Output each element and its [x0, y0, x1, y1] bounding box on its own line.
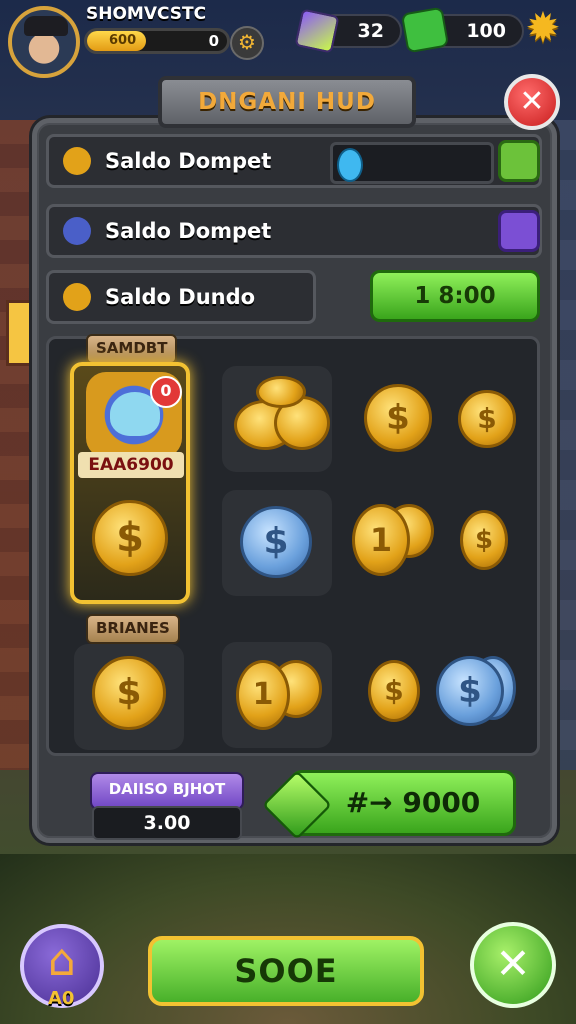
wallet-slider[interactable]	[330, 142, 494, 184]
coin-single[interactable]: $	[458, 390, 516, 448]
cash-icon	[400, 6, 450, 54]
coin-icon	[63, 147, 91, 175]
gems-value: 32	[357, 20, 384, 42]
wallet-row-2: Saldo Dompet	[46, 204, 542, 258]
section-tag-bottom: BRIANES	[86, 614, 180, 644]
close-icon: ✕	[519, 84, 545, 119]
coin-blue[interactable]: $	[436, 656, 504, 726]
wallet-row-1-label: Saldo Dompet	[105, 149, 272, 173]
balance-tag: DAIISO BJHOT	[90, 772, 244, 810]
timer-button[interactable]: 1 8:00	[370, 270, 540, 322]
dialog-title: DNGANI HUD	[198, 89, 376, 115]
settings-gear-icon[interactable]: ⚙	[230, 26, 264, 60]
coin-icon-2	[63, 283, 91, 311]
coin-single[interactable]: $	[460, 510, 508, 570]
gem-icon	[294, 8, 340, 54]
save-button[interactable]: SOOE	[148, 936, 424, 1006]
xp-label: 600	[109, 33, 137, 48]
coin-stack	[256, 376, 306, 408]
xp-value: 0	[208, 32, 219, 50]
xp-bar: 600 0	[84, 28, 230, 54]
wallet-row-3: Saldo Dundo	[46, 270, 316, 324]
star-icon[interactable]: ✹	[522, 7, 564, 50]
convert-label: #→ 9000	[345, 786, 481, 819]
coin-single[interactable]: $	[92, 656, 166, 730]
wallet-add-button[interactable]	[498, 140, 540, 182]
player-name: SHOMVCSTC	[86, 4, 207, 24]
coin-single[interactable]: $	[364, 384, 432, 452]
featured-coin: $	[92, 500, 168, 576]
coin-single[interactable]: $	[368, 660, 420, 722]
timer-value: 1 8:00	[414, 283, 496, 309]
coin-blue[interactable]: $	[240, 506, 312, 578]
home-label: A0	[48, 988, 75, 1009]
cash-value: 100	[466, 20, 506, 42]
notification-badge: 0	[150, 376, 182, 408]
wallet-info-button[interactable]	[498, 210, 540, 252]
wallet-row-2-label: Saldo Dompet	[105, 219, 272, 243]
section-tag-top: SAMDBT	[86, 334, 178, 364]
featured-label: EAA6900	[78, 452, 184, 478]
save-label: SOOE	[234, 952, 338, 990]
wallet-row-3-label: Saldo Dundo	[105, 285, 256, 309]
coin-one[interactable]: 1	[352, 504, 410, 576]
avatar-hat	[24, 16, 68, 36]
close-button[interactable]: ✕	[504, 74, 560, 130]
home-icon: ⌂	[48, 935, 76, 986]
top-hud: SHOMVCSTC 600 0 ⚙ 32 100 ✹	[0, 0, 576, 84]
slider-knob[interactable]	[337, 148, 363, 182]
player-avatar[interactable]	[8, 6, 80, 78]
dialog-title-plate: DNGANI HUD	[158, 76, 416, 128]
orb-icon	[63, 217, 91, 245]
balance-value: 3.00	[92, 806, 242, 840]
coin-one[interactable]: 1	[236, 660, 290, 730]
action-button[interactable]: ✕	[470, 922, 556, 1008]
